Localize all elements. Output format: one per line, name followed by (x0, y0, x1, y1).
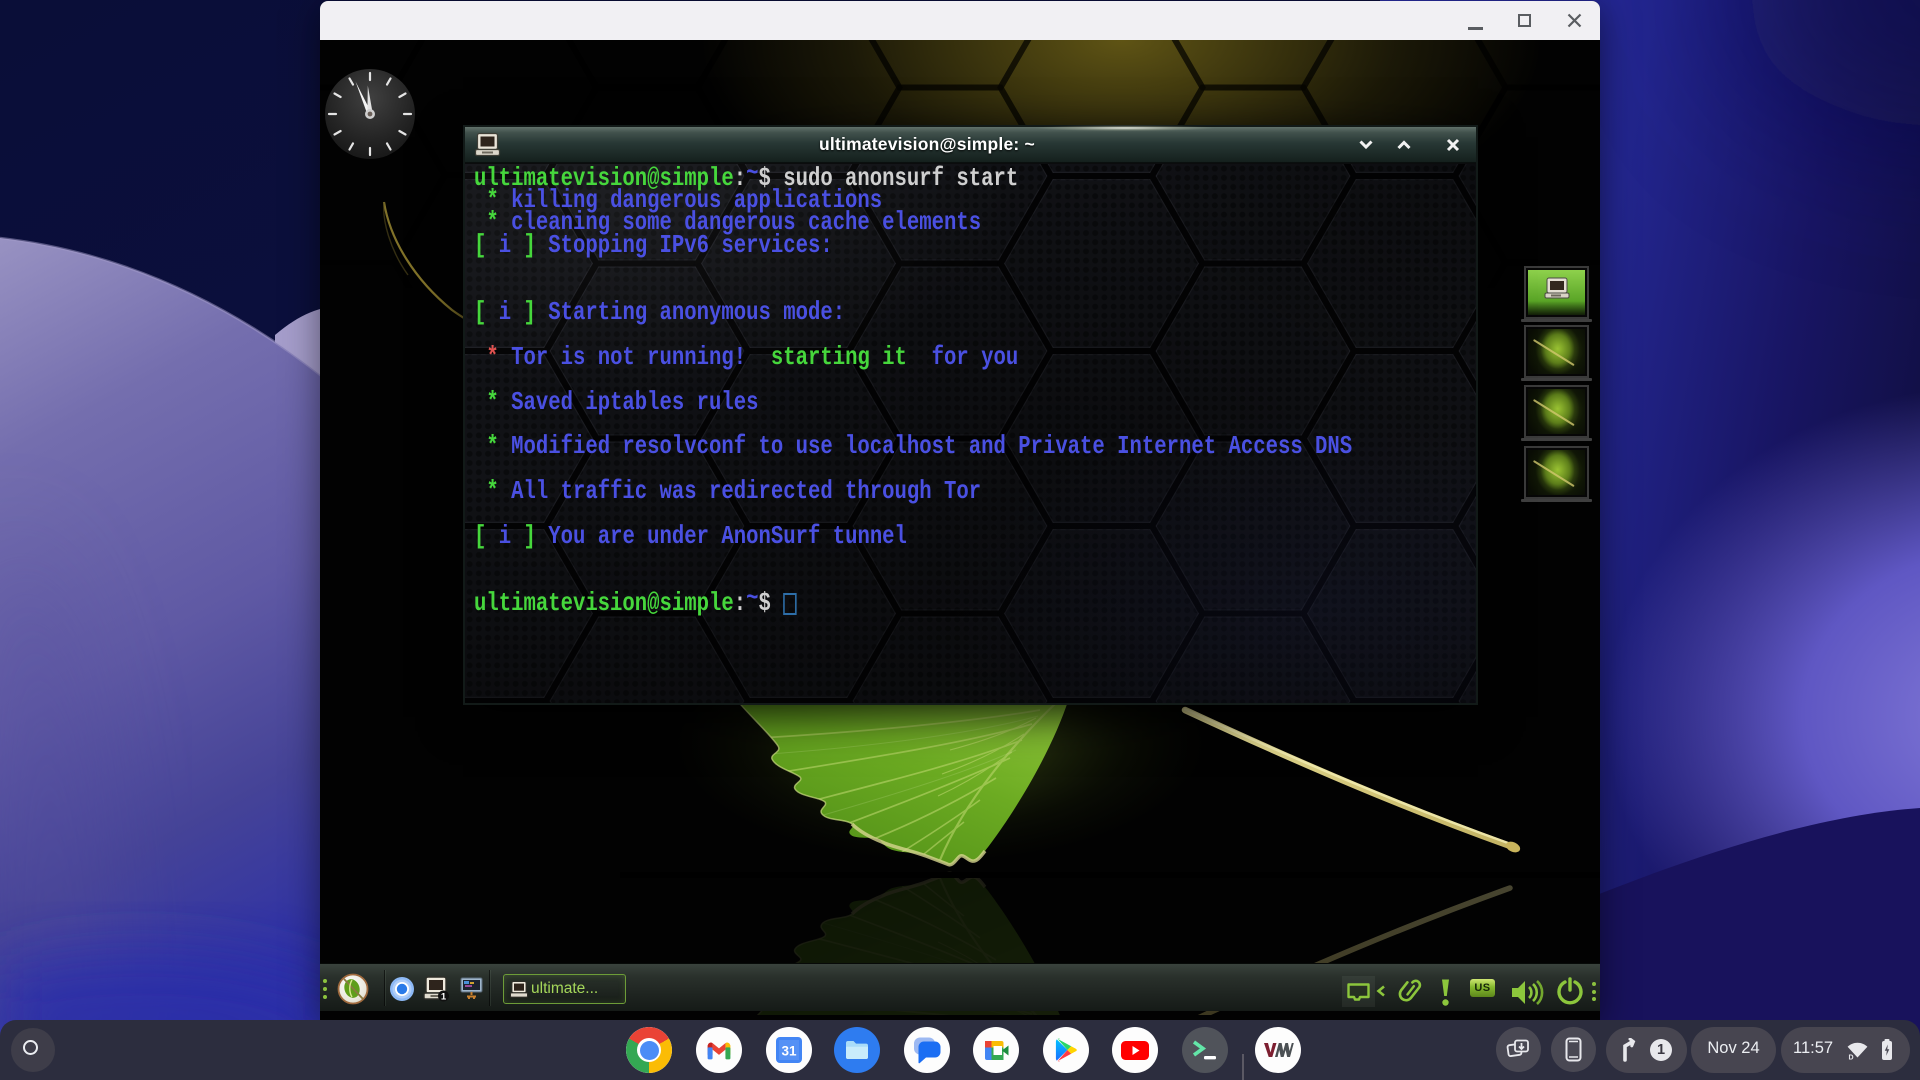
svg-text:1: 1 (441, 992, 447, 1003)
svg-text:D: D (1849, 1055, 1854, 1062)
svg-text:31: 31 (781, 1043, 797, 1058)
